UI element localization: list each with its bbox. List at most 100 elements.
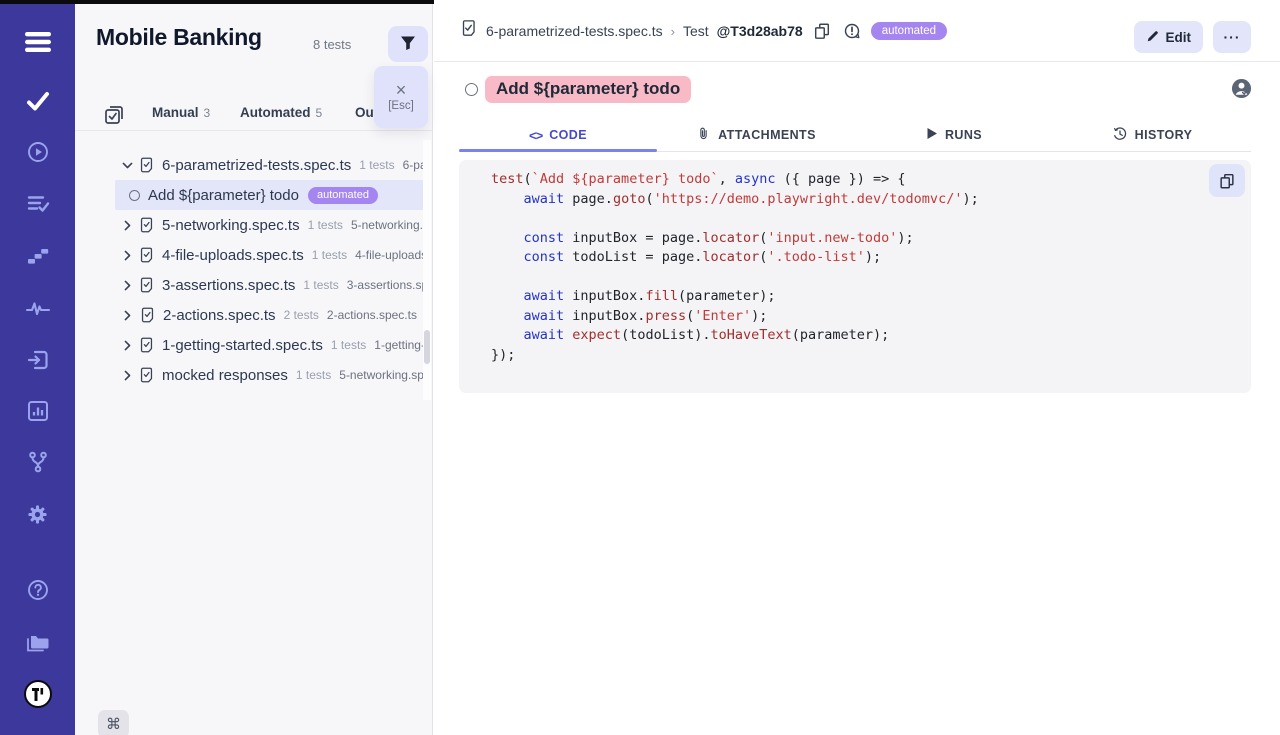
spec-tree: 6-parametrized-tests.spec.ts1 tests6-par…: [75, 150, 427, 390]
chevron-right-icon[interactable]: [121, 339, 134, 352]
chevron-right-icon[interactable]: [121, 279, 134, 292]
tab-runs[interactable]: RUNS: [855, 119, 1053, 151]
tests-check-icon[interactable]: [0, 81, 75, 121]
suite-file-name: 5-networking.spec.ts: [339, 368, 427, 382]
filter-button[interactable]: [388, 26, 428, 62]
test-title: Add ${parameter} todo: [485, 76, 691, 103]
close-icon[interactable]: ×: [396, 82, 407, 98]
suite-file-name: 3-assertions.spec.t: [347, 278, 427, 292]
spec-file-icon: [138, 276, 155, 294]
test-status-circle-icon: [129, 190, 140, 201]
pulse-icon[interactable]: [0, 288, 75, 328]
tab-manual[interactable]: Manual3: [152, 105, 210, 120]
spec-file-icon: [138, 216, 155, 234]
settings-gear-icon[interactable]: [0, 494, 75, 534]
active-tab-underline: [459, 149, 657, 152]
detail-header: 6-parametrized-tests.spec.ts › Test @T3d…: [434, 0, 1280, 62]
window-top-edge: [0, 0, 434, 4]
code-line: [491, 209, 1205, 229]
test-id: @T3d28ab78: [717, 23, 803, 39]
status-pending-icon[interactable]: [841, 22, 863, 40]
sidebar-scrollbar: [423, 140, 431, 400]
more-actions-button[interactable]: ···: [1213, 21, 1251, 53]
code-line: const inputBox = page.locator('input.new…: [491, 229, 1205, 249]
test-title-row: Add ${parameter} todo: [434, 74, 1280, 104]
code-icon: <>: [529, 128, 542, 143]
tree-test-row[interactable]: Add ${parameter} todoautomated: [115, 180, 425, 210]
suite-label: 2-actions.spec.ts: [163, 307, 276, 324]
spec-file-icon: [138, 246, 155, 264]
breadcrumb-file[interactable]: 6-parametrized-tests.spec.ts: [486, 23, 663, 39]
steps-icon[interactable]: [0, 236, 75, 276]
projects-folder-icon[interactable]: [0, 623, 75, 663]
tree-suite-row[interactable]: 2-actions.spec.ts2 tests2-actions.spec.t…: [75, 300, 427, 330]
suite-test-count: 1 tests: [308, 218, 343, 232]
suite-test-count: 1 tests: [303, 278, 338, 292]
scrollbar-thumb[interactable]: [424, 330, 430, 364]
suite-test-count: 1 tests: [296, 368, 331, 382]
tree-suite-row[interactable]: 5-networking.spec.ts1 tests5-networking.…: [75, 210, 427, 240]
code-line: test(`Add ${parameter} todo`, async ({ p…: [491, 170, 1205, 190]
edit-button[interactable]: Edit: [1134, 21, 1204, 53]
filter-escape-popup: × [Esc]: [374, 66, 428, 128]
spec-file-icon: [139, 306, 156, 324]
tab-attachments[interactable]: ATTACHMENTS: [657, 119, 855, 151]
history-clock-icon: [1112, 126, 1128, 145]
copy-code-button[interactable]: [1209, 164, 1245, 197]
code-line: });: [491, 346, 1205, 366]
detail-tabs: <> CODE ATTACHMENTS RUNS HISTORY: [459, 119, 1251, 152]
suite-test-count: 1 tests: [331, 338, 366, 352]
funnel-icon: [400, 35, 416, 54]
test-plans-list-check-icon[interactable]: [0, 184, 75, 224]
suite-label: 3-assertions.spec.ts: [162, 277, 295, 294]
play-icon: [926, 127, 938, 143]
suite-label: 6-parametrized-tests.spec.ts: [162, 157, 351, 174]
assignee-avatar[interactable]: [1231, 78, 1252, 104]
suite-label: 4-file-uploads.spec.ts: [162, 247, 304, 264]
tree-suite-row[interactable]: 3-assertions.spec.ts 1 tests 3-assertions.…: [75, 270, 427, 300]
analytics-bar-chart-icon[interactable]: [0, 391, 75, 431]
test-suite-sidebar: Mobile Banking 8 tests × [Esc] Manual3 A…: [75, 0, 433, 735]
chevron-right-icon[interactable]: [121, 369, 134, 382]
code-line: await expect(todoList).toHaveText(parame…: [491, 326, 1205, 346]
tree-suite-row[interactable]: 6-parametrized-tests.spec.ts1 tests6-par…: [75, 150, 427, 180]
tree-suite-row[interactable]: mocked responses 1 tests 5-networking.spec…: [75, 360, 427, 390]
suite-file-name: 2-actions.spec.ts: [327, 308, 417, 322]
copy-test-id-button[interactable]: [811, 22, 833, 40]
test-status-circle-icon[interactable]: [465, 83, 478, 96]
tab-history[interactable]: HISTORY: [1053, 119, 1251, 151]
chevron-down-icon[interactable]: [121, 159, 134, 172]
chevron-right-icon[interactable]: [121, 219, 134, 232]
suite-file-name: 4-file-uploads.sp: [355, 248, 427, 262]
pencil-icon: [1146, 29, 1160, 46]
esc-hint-label: [Esc]: [388, 100, 414, 112]
command-shortcut-badge[interactable]: ⌘: [98, 710, 129, 735]
multi-select-icon[interactable]: [102, 103, 126, 132]
breadcrumb: 6-parametrized-tests.spec.ts › Test @T3d…: [459, 0, 947, 62]
import-sign-in-icon[interactable]: [0, 340, 75, 380]
code-viewer: test(`Add ${parameter} todo`, async ({ p…: [459, 160, 1251, 393]
branches-fork-icon[interactable]: [0, 442, 75, 482]
chevron-right-icon[interactable]: [121, 309, 135, 322]
project-title: Mobile Banking: [96, 24, 262, 51]
test-detail-panel: 6-parametrized-tests.spec.ts › Test @T3d…: [434, 0, 1280, 735]
code-line: await inputBox.press('Enter');: [491, 307, 1205, 327]
help-question-icon[interactable]: [0, 570, 75, 610]
runs-play-circle-icon[interactable]: [0, 132, 75, 172]
tree-suite-row[interactable]: 4-file-uploads.spec.ts1 tests4-file-uplo…: [75, 240, 427, 270]
tree-suite-row[interactable]: 1-getting-started.spec.ts1 tests1-gettin…: [75, 330, 427, 360]
suite-label: 5-networking.spec.ts: [162, 217, 300, 234]
spec-file-check-icon: [459, 19, 478, 43]
automated-badge: automated: [871, 22, 947, 40]
code-line: await page.goto('https://demo.playwright…: [491, 190, 1205, 210]
suite-label: mocked responses: [162, 367, 288, 384]
suite-label: 1-getting-started.spec.ts: [162, 337, 323, 354]
testomat-logo[interactable]: [0, 674, 75, 714]
automated-badge: automated: [308, 187, 378, 204]
tab-automated[interactable]: Automated5: [240, 105, 322, 120]
tab-code[interactable]: <> CODE: [459, 119, 657, 151]
code-content[interactable]: test(`Add ${parameter} todo`, async ({ p…: [459, 160, 1251, 365]
hamburger-menu-icon[interactable]: [0, 22, 75, 62]
chevron-right-icon[interactable]: [121, 249, 134, 262]
suite-test-count: 1 tests: [359, 158, 394, 172]
